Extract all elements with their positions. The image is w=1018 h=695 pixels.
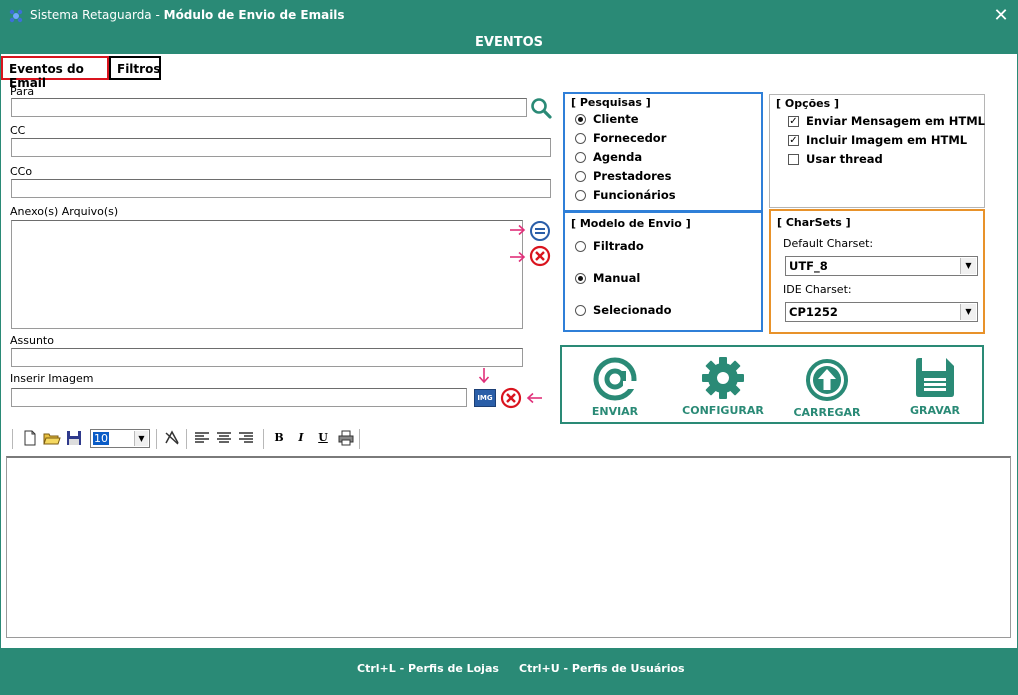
- italic-button[interactable]: I: [292, 429, 310, 447]
- opcoes-title: [ Opções ]: [776, 97, 840, 110]
- save-file-icon[interactable]: [65, 429, 83, 447]
- title-bar: Sistema Retaguarda - Módulo de Envio de …: [0, 0, 1018, 32]
- charsets-title: [ CharSets ]: [777, 216, 851, 229]
- remove-attachment-icon[interactable]: [529, 245, 551, 267]
- enviar-label: ENVIAR: [591, 405, 639, 418]
- default-charset-label: Default Charset:: [783, 237, 874, 250]
- para-label: Para: [10, 85, 35, 98]
- status-footer: Ctrl+L - Perfis de Lojas Ctrl+U - Perfis…: [1, 648, 1017, 694]
- app-name: Sistema Retaguarda -: [30, 8, 164, 22]
- radio-dot: [575, 305, 586, 316]
- open-folder-icon[interactable]: [43, 429, 61, 447]
- ide-charset-select[interactable]: CP1252 ▼: [785, 302, 978, 322]
- toolbar-separator: [156, 429, 157, 449]
- radio-dot: [575, 171, 586, 182]
- carregar-button[interactable]: CARREGAR: [782, 358, 872, 419]
- modelo-title: [ Modelo de Envio ]: [571, 217, 691, 230]
- cc-input[interactable]: [11, 138, 551, 157]
- carregar-label: CARREGAR: [793, 406, 861, 419]
- anexo-label: Anexo(s) Arquivo(s): [10, 205, 119, 218]
- radio-dot: [575, 152, 586, 163]
- cco-label: CCo: [10, 165, 33, 178]
- new-document-icon[interactable]: [21, 429, 39, 447]
- add-attachment-icon[interactable]: [529, 220, 551, 242]
- arrow-left-icon: [526, 392, 542, 404]
- configurar-label: CONFIGURAR: [682, 404, 764, 417]
- anexo-list[interactable]: [11, 220, 523, 329]
- module-name: Módulo de Envio de Emails: [163, 8, 345, 22]
- chevron-down-icon: ▼: [960, 258, 976, 274]
- radio-dot: [575, 190, 586, 201]
- pesquisas-title: [ Pesquisas ]: [571, 96, 651, 109]
- insert-image-icon[interactable]: IMG: [474, 389, 496, 407]
- chevron-down-icon: ▼: [134, 431, 148, 446]
- save-icon: [916, 358, 954, 397]
- tab-filtros[interactable]: Filtros: [109, 56, 161, 80]
- charsets-group: [ CharSets ] Default Charset: UTF_8 ▼ ID…: [769, 209, 985, 334]
- toolbar-separator: [12, 429, 13, 449]
- message-editor[interactable]: [6, 456, 1011, 638]
- align-center-icon[interactable]: [215, 429, 233, 447]
- radio-dot: [575, 273, 586, 284]
- action-panel: ENVIAR CONFIGURAR CARREGAR GRAVAR: [560, 345, 984, 424]
- search-icon[interactable]: [530, 97, 552, 119]
- check-mark-icon: ✓: [788, 116, 799, 127]
- pesquisas-group: [ Pesquisas ] Cliente Fornecedor Agenda …: [563, 92, 763, 212]
- check-mark-icon: ✓: [788, 135, 799, 146]
- opcoes-group: [ Opções ] ✓ Enviar Mensagem em HTML ✓ Inc…: [769, 94, 985, 208]
- cco-input[interactable]: [11, 179, 551, 198]
- radio-dot: [575, 133, 586, 144]
- gravar-label: GRAVAR: [909, 404, 960, 417]
- default-charset-value: UTF_8: [789, 259, 828, 273]
- gear-icon: [702, 357, 744, 399]
- arrow-right-icon: [510, 224, 526, 236]
- imagem-input[interactable]: [11, 388, 467, 407]
- check-empty: [788, 154, 799, 165]
- shortcut-usuarios: Ctrl+U - Perfis de Usuários: [519, 662, 685, 675]
- align-right-icon[interactable]: [237, 429, 255, 447]
- arrow-down-icon: [478, 368, 490, 384]
- close-button[interactable]: ✕: [984, 0, 1018, 32]
- radio-dot: [575, 114, 586, 125]
- font-size-value: 10: [93, 432, 109, 445]
- modelo-group: [ Modelo de Envio ] Filtrado Manual Sele…: [563, 212, 763, 332]
- enviar-button[interactable]: ENVIAR: [570, 357, 660, 418]
- shortcut-lojas: Ctrl+L - Perfis de Lojas: [357, 662, 499, 675]
- assunto-label: Assunto: [10, 334, 54, 347]
- remove-image-icon[interactable]: [500, 387, 522, 409]
- imagem-label: Inserir Imagem: [10, 372, 94, 385]
- configurar-button[interactable]: CONFIGURAR: [678, 356, 768, 417]
- client-area: Eventos do Email Filtros Para CC CCo Ane…: [1, 54, 1017, 648]
- close-icon: ✕: [993, 5, 1009, 26]
- toolbar-separator: [359, 429, 360, 449]
- app-icon: [9, 9, 23, 23]
- assunto-input[interactable]: [11, 348, 523, 367]
- print-icon[interactable]: [337, 429, 355, 447]
- toolbar-separator: [263, 429, 264, 449]
- window-title: Sistema Retaguarda - Módulo de Envio de …: [30, 8, 345, 22]
- tab-eventos-do-email[interactable]: Eventos do Email: [1, 56, 109, 90]
- at-sign-icon: [593, 357, 637, 401]
- bold-button[interactable]: B: [270, 429, 288, 447]
- radio-dot: [575, 241, 586, 252]
- cc-label: CC: [10, 124, 26, 137]
- ide-charset-label: IDE Charset:: [783, 283, 852, 296]
- clear-format-icon[interactable]: [163, 429, 181, 447]
- toolbar-separator: [186, 429, 187, 449]
- default-charset-select[interactable]: UTF_8 ▼: [785, 256, 978, 276]
- chevron-down-icon: ▼: [960, 304, 976, 320]
- para-input[interactable]: [11, 98, 527, 117]
- arrow-right-icon: [510, 251, 526, 263]
- upload-icon: [806, 359, 848, 401]
- gravar-button[interactable]: GRAVAR: [890, 356, 980, 417]
- ide-charset-value: CP1252: [789, 305, 838, 319]
- underline-button[interactable]: U: [314, 429, 332, 447]
- align-left-icon[interactable]: [193, 429, 211, 447]
- section-header: EVENTOS: [1, 32, 1017, 54]
- font-size-select[interactable]: 10 ▼: [90, 429, 150, 448]
